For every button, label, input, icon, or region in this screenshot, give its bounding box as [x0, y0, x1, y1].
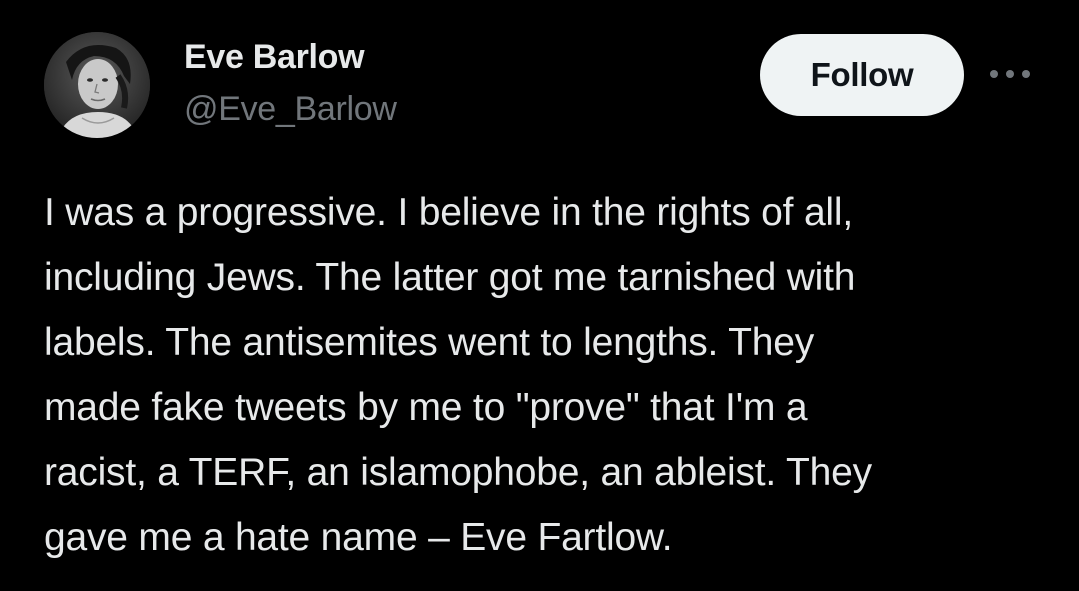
tweet-text-line: including Jews. The latter got me tarnis… — [44, 256, 856, 299]
tweet-header: Eve Barlow @Eve_Barlow Follow — [44, 32, 1044, 142]
more-dot — [1022, 70, 1030, 78]
avatar-photo-icon — [44, 32, 150, 138]
tweet-text-line: racist, a TERF, an islamophobe, an ablei… — [44, 451, 872, 494]
follow-button[interactable]: Follow — [760, 34, 964, 116]
more-dot — [990, 70, 998, 78]
tweet-text-line: made fake tweets by me to "prove" that I… — [44, 386, 808, 429]
tweet-text: I was a progressive. I believe in the ri… — [44, 180, 1044, 570]
avatar[interactable] — [44, 32, 150, 138]
more-options-icon[interactable] — [990, 62, 1030, 86]
tweet-text-line: labels. The antisemites went to lengths.… — [44, 321, 814, 364]
author-handle[interactable]: @Eve_Barlow — [184, 90, 397, 129]
more-dot — [1006, 70, 1014, 78]
tweet-card: Eve Barlow @Eve_Barlow Follow I was a pr… — [0, 0, 1079, 591]
author-display-name[interactable]: Eve Barlow — [184, 38, 365, 77]
tweet-text-line: gave me a hate name – Eve Fartlow. — [44, 516, 673, 559]
tweet-text-line: I was a progressive. I believe in the ri… — [44, 191, 854, 234]
